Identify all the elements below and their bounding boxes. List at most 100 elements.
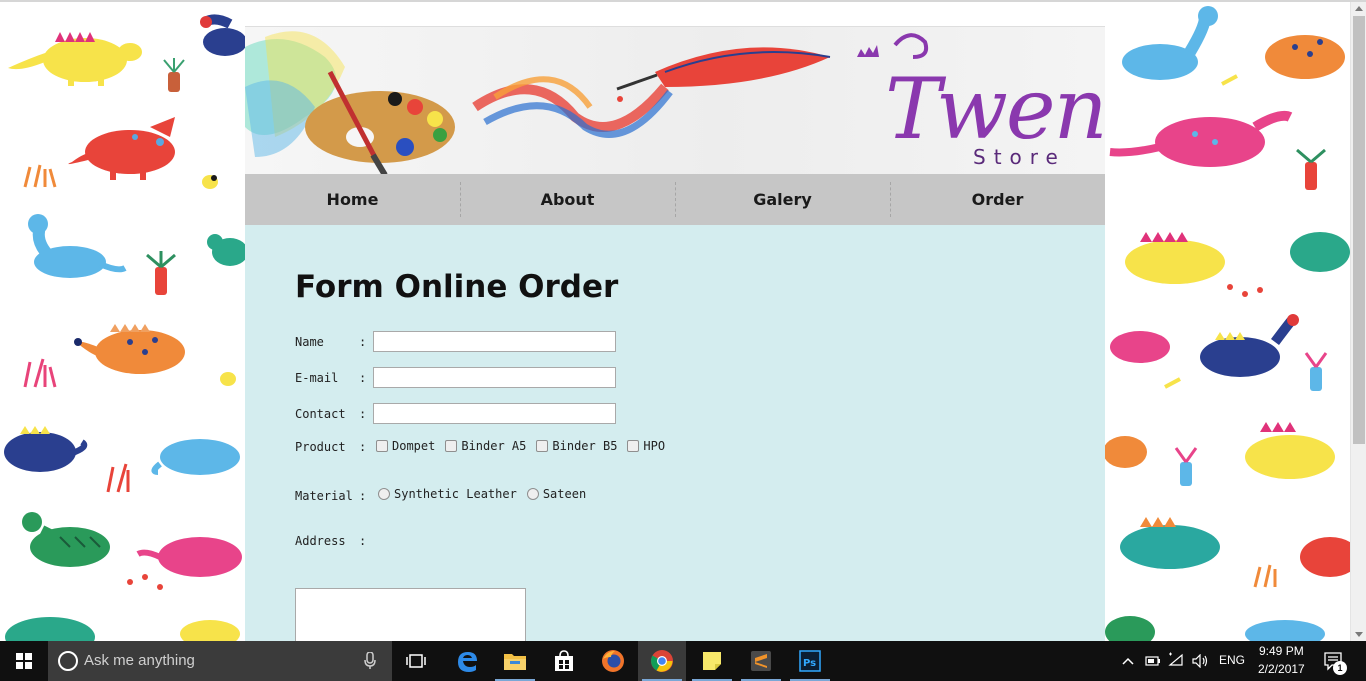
nav-item-home[interactable]: Home: [245, 174, 460, 225]
site-header-banner: Twenty Store: [245, 26, 1105, 174]
name-input[interactable]: [373, 331, 616, 352]
taskbar-app-photoshop[interactable]: Ps: [786, 641, 834, 681]
wifi-icon[interactable]: [1168, 652, 1184, 668]
binder-b5-checkbox[interactable]: [536, 440, 549, 452]
scroll-up-arrow-icon[interactable]: [1355, 6, 1363, 11]
chrome-icon: [651, 650, 673, 672]
dinosaur-orange-right: [1265, 35, 1345, 79]
windows-taskbar: Ask me anything Ps ENG 9:49 PM 2/2/2017 …: [0, 641, 1366, 681]
binder-a5-checkbox[interactable]: [445, 440, 458, 452]
nav-item-order[interactable]: Order: [890, 174, 1105, 225]
binder-a5-label: Binder A5: [461, 439, 527, 453]
email-input[interactable]: [373, 367, 616, 388]
dinosaur-navy-left: [200, 14, 247, 56]
taskbar-app-edge[interactable]: [444, 641, 490, 681]
page-container: Twenty Store Home About Galery Order For…: [245, 26, 1105, 652]
plant-small: [163, 58, 185, 92]
scrollbar-thumb[interactable]: [1353, 16, 1365, 444]
dinosaur-navy-right: [1200, 314, 1299, 377]
scroll-down-arrow-icon[interactable]: [1355, 632, 1363, 637]
dinosaur-orange-right-2: [1103, 436, 1147, 468]
footprints-red-right: [1227, 284, 1263, 297]
edge-browser-icon: [458, 652, 477, 672]
microphone-icon[interactable]: [364, 652, 376, 670]
dompet-checkbox[interactable]: [376, 440, 388, 452]
address-colon: :: [359, 534, 367, 548]
coral-pink: [23, 358, 57, 388]
bone-yellow: [1221, 74, 1238, 86]
material-colon: :: [359, 489, 367, 503]
address-label: Address: [295, 534, 346, 548]
dinosaur-lightblue-left-2: [151, 439, 240, 475]
dinosaur-red-left: [68, 117, 175, 180]
taskbar-app-store[interactable]: [540, 641, 588, 681]
nav-item-about[interactable]: About: [460, 174, 675, 225]
contact-colon: :: [359, 407, 367, 421]
show-hidden-icons-chevron-icon[interactable]: [1122, 656, 1134, 666]
taskbar-app-sticky-notes[interactable]: [688, 641, 736, 681]
notification-count: 1: [1337, 663, 1343, 673]
dompet-label: Dompet: [392, 439, 436, 453]
product-option-binder-a5[interactable]: Binder A5: [445, 439, 526, 453]
battery-icon[interactable]: [1145, 655, 1161, 667]
plant-red-right: [1296, 148, 1326, 190]
dinosaur-pink-right-2: [1110, 331, 1170, 363]
product-options: Dompet Binder A5 Binder B5 HPO: [376, 439, 675, 453]
product-option-dompet[interactable]: Dompet: [376, 439, 435, 453]
plant-blue-right: [1174, 447, 1198, 486]
dinosaur-red-right: [1300, 537, 1350, 577]
dinosaur-green-left: [22, 512, 110, 567]
sateen-radio[interactable]: [526, 488, 539, 500]
volume-icon[interactable]: [1192, 654, 1210, 668]
start-button[interactable]: [0, 641, 48, 681]
firefox-icon: [602, 650, 624, 672]
plant-red: [146, 251, 176, 295]
dinosaur-lightblue-right: [1122, 6, 1218, 80]
bird-yellow: [202, 175, 218, 189]
material-label: Material: [295, 489, 353, 503]
email-label: E-mail: [295, 371, 339, 385]
sateen-label: Sateen: [542, 487, 587, 501]
dinosaur-yellow-right: [1125, 232, 1225, 284]
coral-orange: [23, 164, 57, 188]
input-language[interactable]: ENG: [1219, 653, 1245, 667]
taskbar-app-sublime-text[interactable]: [737, 641, 785, 681]
page-scrollbar[interactable]: [1350, 2, 1366, 641]
product-option-hpo[interactable]: HPO: [627, 439, 665, 453]
cortana-search-box[interactable]: Ask me anything: [48, 641, 392, 681]
dinosaur-pink-left: [136, 537, 242, 577]
windows-logo-icon: [16, 653, 32, 669]
contact-input[interactable]: [373, 403, 616, 424]
dinosaur-footprints-left: [127, 574, 163, 590]
dinosaur-yellow-bottom: [180, 620, 240, 641]
clock-time[interactable]: 9:49 PM: [1259, 644, 1304, 658]
dinosaur-lightblue-left: [28, 214, 127, 278]
plant-pink-right: [1304, 352, 1328, 391]
taskbar-app-chrome[interactable]: [638, 641, 686, 681]
taskbar-app-firefox[interactable]: [589, 641, 637, 681]
task-view-button[interactable]: [394, 641, 438, 681]
product-option-binder-b5[interactable]: Binder B5: [536, 439, 617, 453]
nav-item-galery[interactable]: Galery: [675, 174, 890, 225]
synthetic-leather-label: Synthetic Leather: [394, 487, 517, 501]
material-options: Synthetic Leather Sateen: [378, 487, 596, 501]
email-colon: :: [359, 371, 367, 385]
synthetic-leather-radio[interactable]: [378, 488, 390, 500]
dinosaur-orange-left: [74, 324, 185, 374]
dinosaur-teal-bottom-left: [5, 617, 95, 641]
material-option-synthetic-leather[interactable]: Synthetic Leather: [378, 487, 517, 501]
clock-date[interactable]: 2/2/2017: [1258, 662, 1305, 676]
sticky-notes-icon: [703, 652, 721, 670]
dinosaur-teal-right: [1290, 232, 1350, 272]
folder-icon: [504, 654, 526, 670]
photoshop-icon: Ps: [799, 650, 821, 672]
material-option-sateen[interactable]: Sateen: [526, 487, 587, 501]
svg-text:Ps: Ps: [803, 658, 816, 669]
main-navigation: Home About Galery Order: [245, 174, 1105, 225]
sublime-text-icon: [751, 651, 771, 671]
name-label: Name: [295, 335, 324, 349]
hpo-label: HPO: [643, 439, 666, 453]
hpo-checkbox[interactable]: [627, 440, 640, 452]
taskbar-app-file-explorer[interactable]: [491, 641, 539, 681]
dinosaur-lightblue-right-bottom: [1245, 620, 1325, 641]
